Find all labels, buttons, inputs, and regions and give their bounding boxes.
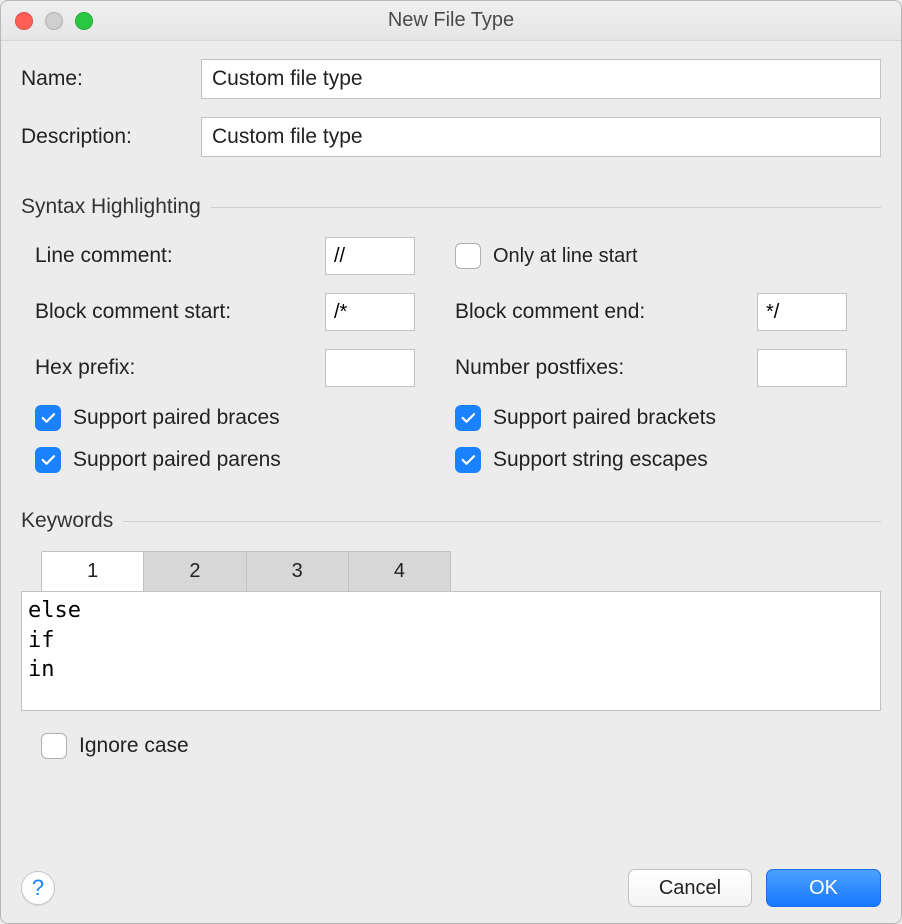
ignore-case-label: Ignore case <box>79 734 189 758</box>
block-end-label: Block comment end: <box>455 300 745 324</box>
titlebar: New File Type <box>1 1 901 41</box>
keywords-tab-4[interactable]: 4 <box>349 552 450 591</box>
help-button[interactable]: ? <box>21 871 55 905</box>
divider <box>211 207 881 208</box>
hex-prefix-label: Hex prefix: <box>35 356 325 380</box>
paired-parens-checkbox[interactable] <box>35 447 61 473</box>
ignore-case-checkbox[interactable] <box>41 733 67 759</box>
ok-button[interactable]: OK <box>766 869 881 907</box>
name-row: Name: <box>21 59 881 99</box>
window-title: New File Type <box>1 9 901 32</box>
keywords-textarea[interactable] <box>21 591 881 711</box>
paired-parens-label: Support paired parens <box>73 448 281 472</box>
divider <box>123 521 881 522</box>
line-comment-input[interactable] <box>325 237 415 275</box>
dialog-content: Name: Description: Syntax Highlighting L… <box>1 41 901 923</box>
string-escapes-checkbox[interactable] <box>455 447 481 473</box>
paired-brackets-checkbox[interactable] <box>455 405 481 431</box>
keywords-tabs: 1 2 3 4 <box>41 551 451 591</box>
number-postfixes-label: Number postfixes: <box>455 356 745 380</box>
block-start-input[interactable] <box>325 293 415 331</box>
syntax-header: Syntax Highlighting <box>21 195 881 219</box>
paired-brackets-label: Support paired brackets <box>493 406 716 430</box>
block-end-input[interactable] <box>757 293 847 331</box>
only-line-start-label: Only at line start <box>493 245 638 268</box>
syntax-section-title: Syntax Highlighting <box>21 195 201 219</box>
keywords-tab-3[interactable]: 3 <box>247 552 349 591</box>
hex-prefix-input[interactable] <box>325 349 415 387</box>
dialog-footer: ? Cancel OK <box>21 849 881 907</box>
paired-braces-label: Support paired braces <box>73 406 280 430</box>
syntax-grid: Line comment: Only at line start Block c… <box>21 237 881 405</box>
description-row: Description: <box>21 117 881 157</box>
paired-braces-checkbox[interactable] <box>35 405 61 431</box>
description-label: Description: <box>21 125 201 149</box>
dialog-window: New File Type Name: Description: Syntax … <box>0 0 902 924</box>
description-input[interactable] <box>201 117 881 157</box>
cancel-button[interactable]: Cancel <box>628 869 752 907</box>
name-label: Name: <box>21 67 201 91</box>
keywords-tab-1[interactable]: 1 <box>42 552 144 591</box>
keywords-header: Keywords <box>21 509 881 533</box>
only-line-start-checkbox[interactable] <box>455 243 481 269</box>
block-start-label: Block comment start: <box>35 300 325 324</box>
line-comment-label: Line comment: <box>35 244 325 268</box>
number-postfixes-input[interactable] <box>757 349 847 387</box>
keywords-tab-2[interactable]: 2 <box>144 552 246 591</box>
name-input[interactable] <box>201 59 881 99</box>
string-escapes-label: Support string escapes <box>493 448 708 472</box>
keywords-section-title: Keywords <box>21 509 113 533</box>
